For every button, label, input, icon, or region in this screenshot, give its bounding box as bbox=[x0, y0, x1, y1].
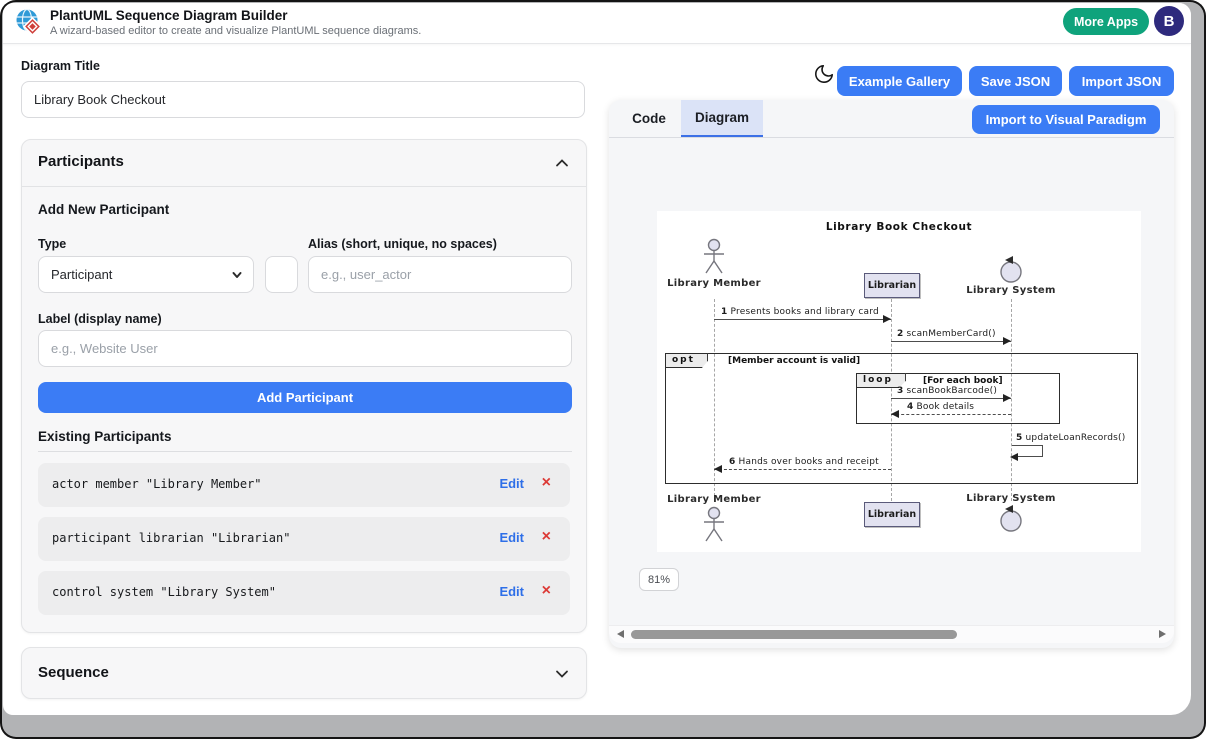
app-logo-icon bbox=[14, 8, 44, 38]
message-arrow bbox=[891, 341, 1011, 342]
fragment-keyword: opt bbox=[665, 353, 708, 368]
existing-participants-heading: Existing Participants bbox=[38, 429, 172, 444]
message-label: 3 scanBookBarcode() bbox=[897, 386, 997, 396]
participant-code: actor member "Library Member" bbox=[52, 477, 262, 491]
message-label: 2 scanMemberCard() bbox=[897, 329, 996, 339]
tab-code[interactable]: Code bbox=[617, 100, 681, 137]
fragment-condition: [For each book] bbox=[923, 376, 1003, 386]
participant-name: Library System bbox=[966, 285, 1055, 296]
chevron-down-icon[interactable] bbox=[554, 666, 570, 682]
app-surface: PlantUML Sequence Diagram Builder A wiza… bbox=[3, 3, 1191, 715]
alias-input[interactable] bbox=[308, 256, 572, 293]
message-arrow bbox=[714, 319, 891, 320]
participants-section: Participants Add New Participant Type Al… bbox=[21, 139, 587, 633]
more-apps-button[interactable]: More Apps bbox=[1063, 8, 1149, 35]
participant-row: actor member "Library Member" Edit × bbox=[38, 463, 570, 507]
self-message-arrow bbox=[1012, 445, 1043, 457]
type-label: Type bbox=[38, 237, 66, 251]
diagram-title-label: Diagram Title bbox=[21, 59, 100, 73]
user-avatar[interactable]: B bbox=[1154, 6, 1184, 36]
message-label: 5 updateLoanRecords() bbox=[1016, 433, 1125, 443]
add-participant-button[interactable]: Add Participant bbox=[38, 382, 572, 413]
desktop-background: PlantUML Sequence Diagram Builder A wiza… bbox=[2, 2, 1204, 737]
example-gallery-button[interactable]: Example Gallery bbox=[837, 66, 962, 96]
delete-participant-icon[interactable]: × bbox=[542, 528, 551, 546]
app-subtitle: A wizard-based editor to create and visu… bbox=[50, 25, 421, 37]
delete-participant-icon[interactable]: × bbox=[542, 582, 551, 600]
participant-row: control system "Library System" Edit × bbox=[38, 571, 570, 615]
tab-diagram[interactable]: Diagram bbox=[681, 100, 763, 137]
participants-section-title: Participants bbox=[38, 153, 124, 170]
edit-participant-link[interactable]: Edit bbox=[499, 530, 524, 545]
diagram-title: Library Book Checkout bbox=[657, 221, 1141, 233]
zoom-level-badge: 81% bbox=[639, 568, 679, 591]
display-name-label: Label (display name) bbox=[38, 312, 162, 326]
participant-name: Library Member bbox=[667, 278, 761, 289]
participant-row: participant librarian "Librarian" Edit × bbox=[38, 517, 570, 561]
message-arrow bbox=[714, 469, 891, 470]
scrollbar-thumb[interactable] bbox=[631, 630, 957, 639]
type-select[interactable]: Participant bbox=[38, 256, 254, 293]
message-arrow bbox=[891, 414, 1011, 415]
type-select-value: Participant bbox=[51, 267, 112, 282]
display-name-input[interactable] bbox=[38, 330, 572, 367]
participant-box: Librarian bbox=[864, 502, 920, 527]
save-json-button[interactable]: Save JSON bbox=[969, 66, 1062, 96]
chevron-up-icon[interactable] bbox=[554, 155, 570, 171]
edit-participant-link[interactable]: Edit bbox=[499, 584, 524, 599]
control-icon bbox=[998, 504, 1024, 534]
message-arrow bbox=[891, 398, 1011, 399]
diagram-title-input[interactable] bbox=[21, 81, 585, 118]
participant-box: Librarian bbox=[864, 273, 920, 298]
actor-icon bbox=[701, 506, 727, 544]
scroll-left-arrow-icon[interactable] bbox=[617, 630, 624, 638]
control-icon bbox=[998, 255, 1024, 285]
sequence-section[interactable]: Sequence bbox=[21, 647, 587, 699]
alias-label: Alias (short, unique, no spaces) bbox=[308, 237, 497, 251]
message-label: 4 Book details bbox=[907, 402, 974, 412]
participant-code: control system "Library System" bbox=[52, 585, 276, 599]
message-label: 1 Presents books and library card bbox=[721, 307, 879, 317]
app-header: PlantUML Sequence Diagram Builder A wiza… bbox=[3, 3, 1191, 44]
diagram-viewer-panel: Code Diagram Import to Visual Paradigm L… bbox=[609, 100, 1174, 648]
participant-name: Library Member bbox=[667, 494, 761, 505]
add-participant-heading: Add New Participant bbox=[38, 202, 169, 217]
participant-name: Library System bbox=[966, 493, 1055, 504]
fragment-condition: [Member account is valid] bbox=[728, 356, 860, 366]
sequence-section-title: Sequence bbox=[38, 664, 109, 681]
import-json-button[interactable]: Import JSON bbox=[1069, 66, 1174, 96]
message-label: 6 Hands over books and receipt bbox=[729, 457, 879, 467]
chevron-down-icon bbox=[231, 269, 243, 281]
divider bbox=[38, 451, 572, 452]
import-to-visual-paradigm-button[interactable]: Import to Visual Paradigm bbox=[972, 105, 1160, 134]
participant-color-box[interactable] bbox=[265, 256, 298, 293]
edit-participant-link[interactable]: Edit bbox=[499, 476, 524, 491]
delete-participant-icon[interactable]: × bbox=[542, 474, 551, 492]
app-title: PlantUML Sequence Diagram Builder bbox=[50, 8, 288, 23]
horizontal-scrollbar[interactable] bbox=[609, 625, 1174, 643]
participant-code: participant librarian "Librarian" bbox=[52, 531, 290, 545]
rendered-sequence-diagram: Library Book Checkout Library Member Lib… bbox=[657, 211, 1141, 552]
scroll-right-arrow-icon[interactable] bbox=[1159, 630, 1166, 638]
window-frame: PlantUML Sequence Diagram Builder A wiza… bbox=[0, 0, 1206, 739]
participants-section-header[interactable]: Participants bbox=[22, 140, 586, 187]
actor-icon bbox=[701, 238, 727, 276]
dark-mode-toggle-moon-icon[interactable] bbox=[813, 63, 835, 85]
